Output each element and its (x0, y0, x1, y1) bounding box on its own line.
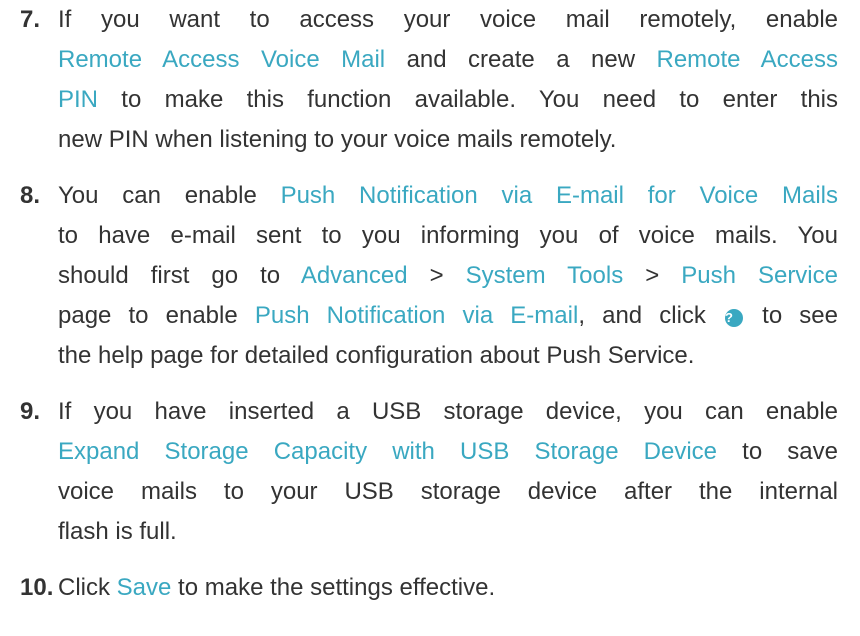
body-text: to see (745, 302, 838, 329)
body-text: to make this function available. You nee… (98, 86, 838, 113)
body-text: voice mails to your USB storage device a… (58, 478, 838, 505)
step-line: page to enable Push Notification via E-m… (58, 296, 838, 336)
ui-element-reference: System Tools (465, 262, 624, 289)
ui-element-reference: PIN (58, 86, 99, 113)
body-text: new PIN when listening to your voice mai… (58, 126, 617, 153)
body-text: the help page for detailed configuration… (58, 342, 695, 369)
body-text: You can enable (58, 182, 281, 209)
body-text: If you have inserted a USB storage devic… (58, 398, 838, 425)
step-line: If you have inserted a USB storage devic… (58, 392, 838, 432)
body-text: If you want to access your voice mail re… (58, 6, 838, 33)
step-number: 9. (20, 398, 41, 425)
step-line: flash is full. (58, 512, 838, 552)
body-text: Click (58, 574, 117, 601)
body-text: > (407, 262, 466, 289)
step-line: to have e-mail sent to you informing you… (58, 216, 838, 256)
step-line: Click Save to make the settings effectiv… (58, 568, 838, 608)
step-line: voice mails to your USB storage device a… (58, 472, 838, 512)
step-line: new PIN when listening to your voice mai… (58, 120, 838, 160)
instruction-document: 7. If you want to access your voice mail… (0, 0, 860, 636)
step-number: 7. (20, 6, 41, 33)
step-number: 10. (20, 574, 54, 601)
ui-element-reference: Expand Storage Capacity with USB Storage… (58, 438, 718, 465)
ui-element-reference: Remote Access (656, 46, 838, 73)
step-line: the help page for detailed configuration… (58, 336, 838, 376)
body-text: should first go to (58, 262, 301, 289)
body-text: > (623, 262, 682, 289)
step-number: 8. (20, 182, 41, 209)
step-line: PIN to make this function available. You… (58, 80, 838, 120)
ui-element-reference: Remote Access Voice Mail (58, 46, 386, 73)
ui-element-reference: Advanced (300, 262, 408, 289)
step-line: You can enable Push Notification via E-m… (58, 176, 838, 216)
body-text: to make the settings effective. (171, 574, 496, 601)
help-icon: ? (725, 309, 744, 327)
body-text: flash is full. (58, 518, 177, 545)
step-line: Remote Access Voice Mail and create a ne… (58, 40, 838, 80)
body-text: and create a new (385, 46, 657, 73)
body-text: page to enable (58, 302, 255, 329)
step-line: If you want to access your voice mail re… (58, 0, 838, 40)
ui-element-reference: Save (116, 574, 172, 601)
ui-element-reference: Push Notification via E-mail for Voice M… (280, 182, 838, 209)
body-text: to save (717, 438, 838, 465)
step-line: Expand Storage Capacity with USB Storage… (58, 432, 838, 472)
step-line: should first go to Advanced > System Too… (58, 256, 838, 296)
body-text: , and click (578, 302, 724, 329)
body-text: to have e-mail sent to you informing you… (58, 222, 838, 249)
ui-element-reference: Push Service (681, 262, 838, 289)
ui-element-reference: Push Notification via E-mail (254, 302, 579, 329)
